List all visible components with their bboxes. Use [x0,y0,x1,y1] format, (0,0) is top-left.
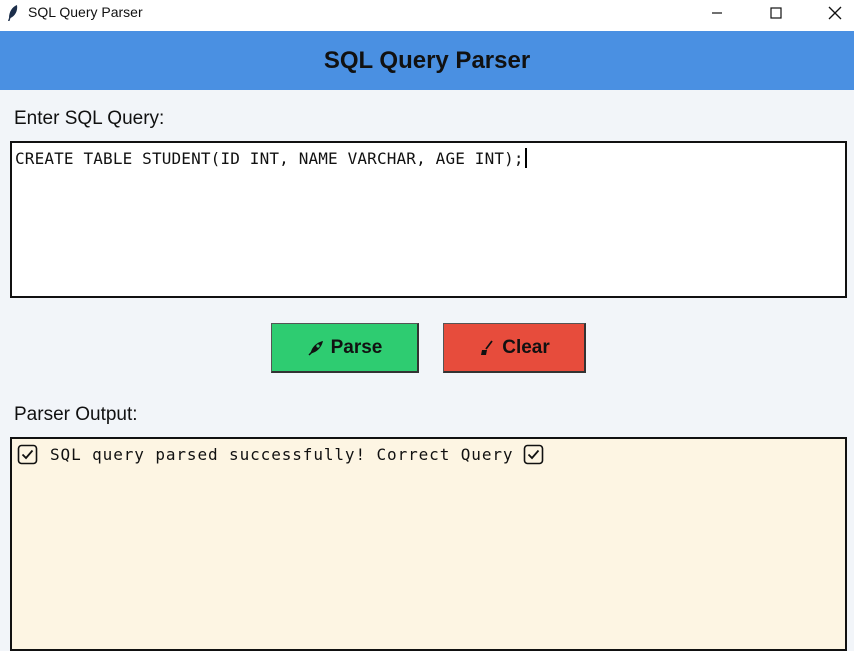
parse-button-label: Parse [330,336,383,358]
clear-button-label: Clear [502,336,550,358]
close-icon [828,6,842,20]
output-line: SQL query parsed successfully! Correct Q… [17,444,544,465]
minimize-button[interactable] [694,0,740,26]
sql-query-input[interactable]: CREATE TABLE STUDENT(ID INT, NAME VARCHA… [10,141,847,298]
output-label: Parser Output: [14,404,138,425]
page-title: SQL Query Parser [323,46,531,74]
query-text-wrap: CREATE TABLE STUDENT(ID INT, NAME VARCHA… [15,148,527,168]
text-caret [524,148,527,168]
feather-icon [8,5,18,21]
window-title: SQL Query Parser [28,4,143,20]
maximize-button[interactable] [753,0,799,26]
query-text: CREATE TABLE STUDENT(ID INT, NAME VARCHA… [15,149,524,168]
parse-button[interactable]: Parse [271,323,419,373]
check-box-icon [524,444,544,465]
parser-output-area[interactable]: SQL query parsed successfully! Correct Q… [10,437,847,651]
output-message: SQL query parsed successfully! Correct Q… [50,445,514,464]
close-button[interactable] [812,0,854,26]
minimize-icon [712,12,722,14]
clear-button[interactable]: Clear [443,323,586,373]
check-box-icon [17,444,38,465]
broom-icon [481,339,493,355]
query-label: Enter SQL Query: [14,108,165,129]
app-header: SQL Query Parser [0,31,854,90]
maximize-icon [770,7,782,19]
title-bar: SQL Query Parser [0,0,854,31]
rocket-icon [308,340,323,356]
